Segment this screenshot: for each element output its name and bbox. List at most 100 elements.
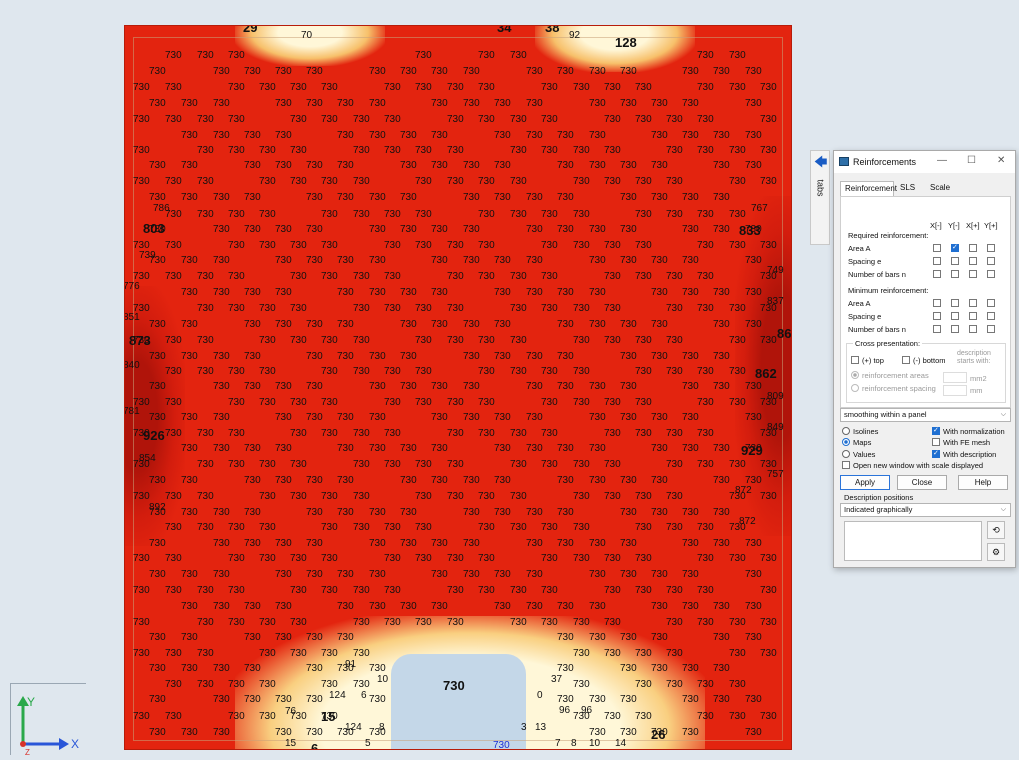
option-checkbox[interactable]: [951, 325, 959, 333]
isolines-radio[interactable]: [842, 427, 850, 435]
option-checkbox[interactable]: [987, 244, 995, 252]
arrow-left-icon[interactable]: 🡄: [814, 153, 827, 175]
tab-scale[interactable]: Scale: [926, 181, 956, 196]
option-checkbox[interactable]: [987, 257, 995, 265]
bottom-checkbox[interactable]: [902, 356, 910, 364]
reinforcement-map-plate[interactable]: 730 730 730 730 730 730 730 730 730 730 730 730 730 7…: [124, 25, 792, 750]
fe-mesh-checkbox[interactable]: [932, 438, 940, 446]
option-checkbox[interactable]: [969, 257, 977, 265]
spacing-radio[interactable]: [851, 384, 859, 392]
smoothing-select[interactable]: smoothing within a panel ⌵: [840, 408, 1011, 422]
value-label: 730: [447, 428, 464, 439]
value-label: 730: [635, 428, 652, 439]
maximize-icon[interactable]: ☐: [967, 155, 976, 166]
value-label: 730: [306, 663, 323, 674]
option-checkbox[interactable]: [969, 325, 977, 333]
open-new-window-checkbox[interactable]: [842, 461, 850, 469]
option-checkbox[interactable]: [987, 299, 995, 307]
option-checkbox[interactable]: [933, 244, 941, 252]
option-checkbox[interactable]: [933, 270, 941, 278]
value-label: 730: [635, 585, 652, 596]
option-checkbox[interactable]: [951, 257, 959, 265]
value-label: 730: [682, 569, 699, 580]
value-label: 730: [729, 209, 746, 220]
description-positions-select[interactable]: Indicated graphically ⌵: [840, 503, 1011, 517]
description-list[interactable]: [844, 521, 982, 561]
option-checkbox[interactable]: [951, 299, 959, 307]
value-label: 730: [197, 366, 214, 377]
normalization-checkbox[interactable]: [932, 426, 940, 435]
value-label: 730: [415, 176, 432, 187]
maps-radio[interactable]: [842, 438, 850, 446]
value-label: 730: [651, 192, 668, 203]
top-checkbox[interactable]: [851, 356, 859, 364]
value-label: 730: [228, 585, 245, 596]
option-checkbox[interactable]: [933, 325, 941, 333]
help-button[interactable]: Help: [958, 475, 1008, 490]
description-checkbox[interactable]: [932, 449, 940, 458]
tab-reinforcement[interactable]: Reinforcement: [840, 181, 897, 196]
special-value-label: 837: [767, 296, 784, 307]
option-checkbox[interactable]: [969, 312, 977, 320]
value-label: 730: [494, 443, 511, 454]
settings-icon[interactable]: ⚙: [987, 543, 1005, 561]
value-label: 730: [557, 224, 574, 235]
tabs-strip[interactable]: 🡄 tabs: [810, 150, 830, 245]
value-label: 730: [353, 303, 370, 314]
value-label: 730: [697, 679, 714, 690]
value-label: 730: [290, 176, 307, 187]
row-label: Number of bars n: [848, 270, 906, 279]
areas-radio[interactable]: [851, 371, 859, 379]
value-label: 730: [697, 145, 714, 156]
value-label: 730: [165, 711, 182, 722]
value-label: 730: [620, 694, 637, 705]
values-radio[interactable]: [842, 450, 850, 458]
option-checkbox[interactable]: [969, 270, 977, 278]
value-label: 730: [369, 663, 386, 674]
value-label: 730: [337, 319, 354, 330]
option-checkbox[interactable]: [933, 312, 941, 320]
value-label: 730: [541, 553, 558, 564]
option-checkbox[interactable]: [933, 299, 941, 307]
option-checkbox[interactable]: [987, 325, 995, 333]
value-label: 730: [244, 192, 261, 203]
value-label: 730: [213, 601, 230, 612]
value-label: 730: [290, 428, 307, 439]
option-checkbox[interactable]: [969, 299, 977, 307]
value-label: 730: [181, 443, 198, 454]
minimize-icon[interactable]: —: [937, 155, 947, 166]
option-checkbox[interactable]: [987, 270, 995, 278]
option-checkbox[interactable]: [987, 312, 995, 320]
option-checkbox[interactable]: [933, 257, 941, 265]
value-label: 730: [478, 522, 495, 533]
tab-sls[interactable]: SLS: [896, 181, 922, 196]
area-unit-field[interactable]: [943, 372, 967, 383]
value-label: 730: [682, 287, 699, 298]
value-label: 730: [415, 459, 432, 470]
value-label: 730: [337, 160, 354, 171]
minimum-heading: Minimum reinforcement:: [848, 286, 929, 295]
spacing-unit-field[interactable]: [943, 385, 967, 396]
close-icon[interactable]: ✕: [997, 155, 1005, 166]
col-header-y-minus: Y[-]: [948, 221, 960, 230]
option-checkbox[interactable]: [951, 312, 959, 320]
reinforcements-dialog[interactable]: Reinforcements — ☐ ✕ Reinforcement SLS S…: [833, 150, 1016, 568]
refresh-icon[interactable]: ⟲: [987, 521, 1005, 539]
value-label: 730: [275, 601, 292, 612]
option-checkbox[interactable]: [951, 243, 959, 252]
option-checkbox[interactable]: [951, 270, 959, 278]
value-label: 730: [369, 601, 386, 612]
value-label: 730: [478, 271, 495, 282]
dialog-titlebar[interactable]: Reinforcements — ☐ ✕: [834, 151, 1015, 173]
value-label: 730: [541, 366, 558, 377]
value-label: 730: [415, 240, 432, 251]
value-label: 730: [149, 663, 166, 674]
value-label: 730: [244, 694, 261, 705]
value-label: 730: [306, 507, 323, 518]
option-checkbox[interactable]: [969, 244, 977, 252]
value-label: 730: [604, 114, 621, 125]
special-value-label: 730: [493, 740, 510, 750]
close-button[interactable]: Close: [897, 475, 947, 490]
apply-button[interactable]: Apply: [840, 475, 890, 490]
value-label: 730: [541, 240, 558, 251]
